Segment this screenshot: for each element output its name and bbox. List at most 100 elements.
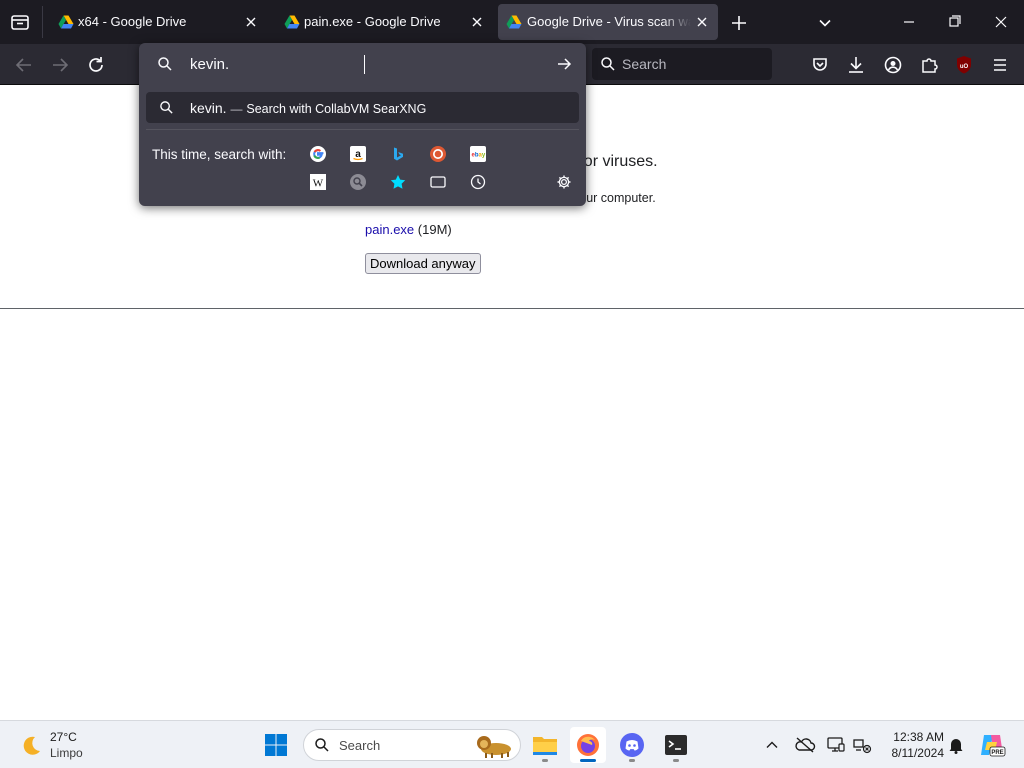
terminal-icon bbox=[665, 735, 687, 755]
arrow-right-icon bbox=[53, 58, 69, 72]
hamburger-menu-icon bbox=[994, 59, 1006, 71]
display-tray-icon[interactable] bbox=[826, 735, 846, 755]
copilot-button[interactable]: PRE bbox=[978, 732, 1006, 758]
app-indicator bbox=[673, 759, 679, 762]
gear-icon[interactable] bbox=[556, 174, 572, 190]
clock[interactable]: 12:38 AM 8/11/2024 bbox=[880, 729, 945, 763]
notifications-button[interactable] bbox=[946, 735, 966, 755]
file-link[interactable]: pain.exe bbox=[365, 222, 414, 237]
search-placeholder: Search bbox=[622, 56, 667, 72]
close-icon[interactable] bbox=[242, 13, 260, 31]
svg-text:W: W bbox=[313, 178, 324, 190]
taskbar-search[interactable]: Search bbox=[303, 729, 521, 761]
app-indicator-active bbox=[580, 759, 596, 762]
ebay-icon[interactable]: ebay bbox=[470, 146, 486, 162]
tab-virus-scan-warning[interactable]: Google Drive - Virus scan warning bbox=[498, 4, 718, 40]
ublock-origin-button[interactable]: uO bbox=[950, 51, 978, 79]
text-caret bbox=[364, 55, 365, 74]
terminal-button[interactable] bbox=[658, 727, 694, 763]
weather-widget[interactable]: 27°C Limpo bbox=[16, 729, 116, 761]
onedrive-tray-icon[interactable] bbox=[794, 735, 816, 755]
search-icon bbox=[158, 57, 172, 71]
forward-button[interactable] bbox=[46, 51, 74, 79]
tab-x64-google-drive[interactable]: x64 - Google Drive bbox=[46, 4, 268, 40]
copilot-icon: PRE bbox=[981, 735, 1006, 757]
svg-text:uO: uO bbox=[960, 64, 969, 70]
svg-text:a: a bbox=[355, 149, 361, 160]
tab-title: pain.exe - Google Drive bbox=[304, 14, 441, 29]
downloads-button[interactable] bbox=[842, 51, 870, 79]
start-button[interactable] bbox=[258, 727, 294, 763]
history-icon[interactable] bbox=[470, 174, 486, 190]
plus-icon bbox=[732, 16, 746, 30]
network-tray-icon[interactable] bbox=[852, 735, 872, 755]
google-icon[interactable] bbox=[310, 146, 326, 162]
download-anyway-button[interactable]: Download anyway bbox=[365, 253, 481, 274]
puzzle-icon bbox=[922, 58, 938, 73]
new-tab-button[interactable] bbox=[728, 12, 750, 34]
firefox-icon bbox=[577, 734, 599, 756]
firefox-view-icon bbox=[11, 15, 29, 30]
close-window-button[interactable] bbox=[978, 0, 1024, 44]
show-hidden-icons-button[interactable] bbox=[762, 735, 782, 755]
account-button[interactable] bbox=[879, 51, 907, 79]
chevron-down-icon bbox=[819, 19, 831, 27]
discord-button[interactable] bbox=[614, 727, 650, 763]
tab-pain-exe-google-drive[interactable]: pain.exe - Google Drive bbox=[272, 4, 494, 40]
reload-icon bbox=[89, 57, 103, 72]
tabs-icon[interactable] bbox=[430, 174, 446, 190]
duckduckgo-icon[interactable] bbox=[430, 146, 446, 162]
chevron-up-icon bbox=[766, 741, 778, 748]
clock-time: 12:38 AM bbox=[893, 730, 944, 744]
search-icon bbox=[315, 738, 329, 752]
taskbar-search-label: Search bbox=[339, 738, 381, 753]
toolbar-search-box[interactable]: Search bbox=[592, 48, 772, 80]
back-button[interactable] bbox=[10, 51, 38, 79]
ublock-icon: uO bbox=[957, 56, 971, 74]
address-bar[interactable]: kevin. bbox=[139, 43, 586, 85]
google-drive-icon bbox=[58, 15, 74, 29]
reload-button[interactable] bbox=[82, 51, 110, 79]
file-explorer-button[interactable] bbox=[527, 727, 563, 763]
amazon-icon[interactable]: a bbox=[350, 146, 366, 162]
minimize-button[interactable] bbox=[886, 0, 932, 44]
suggestion-engine: Search with CollabVM SearXNG bbox=[246, 102, 427, 116]
bookmarks-icon[interactable] bbox=[390, 174, 406, 190]
urlbar-popup: kevin. kevin. — Search with CollabVM Sea… bbox=[139, 43, 586, 206]
extensions-button[interactable] bbox=[915, 51, 943, 79]
file-info: pain.exe (19M) bbox=[365, 222, 452, 237]
address-bar-input[interactable]: kevin. bbox=[190, 56, 229, 73]
firefox-view-button[interactable] bbox=[8, 10, 32, 34]
suggestion-separator: — bbox=[230, 102, 243, 116]
restore-button[interactable] bbox=[932, 0, 978, 44]
svg-text:PRE: PRE bbox=[991, 750, 1003, 756]
close-icon[interactable] bbox=[693, 13, 711, 31]
app-indicator bbox=[542, 759, 548, 762]
search-icon bbox=[601, 57, 615, 71]
wikipedia-icon[interactable]: W bbox=[310, 174, 326, 190]
google-drive-icon bbox=[284, 15, 300, 29]
pocket-icon bbox=[813, 58, 827, 71]
folder-icon bbox=[533, 737, 557, 755]
minimize-icon bbox=[904, 21, 914, 23]
clock-date: 8/11/2024 bbox=[891, 746, 945, 760]
divider bbox=[146, 129, 579, 130]
svg-text:ebay: ebay bbox=[472, 153, 486, 159]
pocket-button[interactable] bbox=[806, 51, 834, 79]
app-menu-button[interactable] bbox=[986, 51, 1014, 79]
account-icon bbox=[884, 56, 902, 74]
go-arrow-icon[interactable] bbox=[555, 55, 573, 73]
suggestion-query: kevin. bbox=[190, 100, 227, 116]
one-off-search-label: This time, search with: bbox=[152, 147, 287, 162]
app-indicator bbox=[629, 759, 635, 762]
firefox-button[interactable] bbox=[570, 727, 606, 763]
list-all-tabs-button[interactable] bbox=[814, 12, 836, 34]
search-engine-icon[interactable] bbox=[350, 174, 366, 190]
divider bbox=[0, 308, 1024, 309]
close-icon bbox=[995, 16, 1007, 28]
discord-icon bbox=[620, 733, 644, 757]
tab-title: Google Drive - Virus scan warning bbox=[527, 14, 691, 29]
close-icon[interactable] bbox=[468, 13, 486, 31]
search-suggestion-row[interactable]: kevin. — Search with CollabVM SearXNG bbox=[146, 92, 579, 123]
bing-icon[interactable] bbox=[390, 146, 406, 162]
